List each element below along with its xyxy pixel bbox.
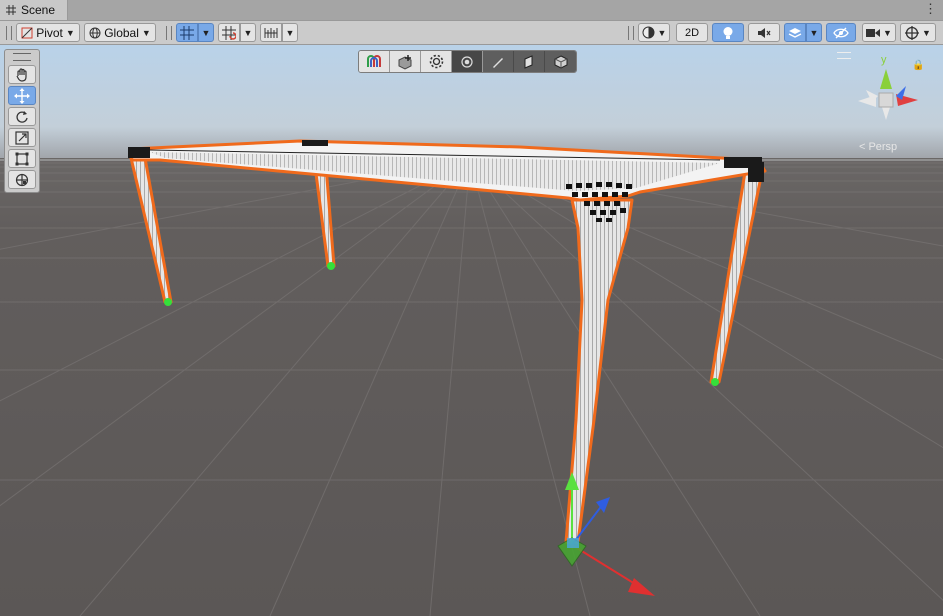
increment-snap-dropdown[interactable]: ▼ (240, 23, 256, 42)
increment-snap-icon (222, 25, 236, 40)
tab-label: Scene (21, 3, 56, 17)
scene-window: Scene ⋮ Pivot ▼ Global ▼ ▼ ▼ ▼ ▼ 2D ▼ ▼ … (0, 0, 943, 616)
transform-icon (15, 173, 29, 186)
shading-icon (642, 26, 655, 39)
gizmo-lock-icon[interactable]: 🔒 (912, 60, 924, 71)
chevron-down-icon: ▼ (922, 27, 931, 38)
toolbar-grip[interactable] (628, 26, 634, 40)
pivot-label: Pivot (36, 25, 63, 40)
grid-snap-dropdown[interactable]: ▼ (198, 23, 214, 42)
component-tools-overlay (358, 50, 577, 73)
tab-strip: Scene ⋮ (0, 0, 943, 21)
effects-dropdown[interactable]: ▼ (806, 23, 822, 42)
mode-2d-label: 2D (684, 26, 700, 39)
settings-icon (429, 54, 443, 69)
rect-transform-icon (15, 152, 29, 165)
rect-tool-button[interactable] (8, 149, 36, 168)
pivot-dropdown[interactable]: Pivot ▼ (16, 23, 80, 42)
projection-label: Persp (868, 141, 898, 153)
chevron-down-icon: ▼ (65, 27, 75, 38)
global-label: Global (104, 25, 139, 40)
audio-icon (758, 27, 771, 38)
grid-snap-button[interactable] (176, 23, 198, 42)
pivot-icon (21, 27, 33, 38)
center-mode-button[interactable] (452, 51, 483, 72)
face-mode-button[interactable] (514, 51, 545, 72)
view-tool-button[interactable] (8, 65, 36, 84)
move-icon (14, 87, 30, 104)
effects-icon (788, 27, 802, 38)
chevron-down-icon: ▼ (285, 27, 295, 38)
lighting-icon (723, 26, 733, 39)
grid-snap-icon (180, 25, 194, 40)
scale-tool-button[interactable] (8, 128, 36, 147)
audio-toggle[interactable] (748, 23, 780, 42)
settings-button[interactable] (421, 51, 452, 72)
ground-plane (0, 158, 943, 616)
transform-tool-button[interactable] (8, 170, 36, 189)
mode-2d-toggle[interactable]: 2D (676, 23, 708, 42)
grid-icon (6, 5, 16, 15)
gizmo-y-label: y (881, 54, 887, 66)
chevron-down-icon: ▼ (243, 27, 253, 38)
component-tools-button[interactable] (359, 51, 390, 72)
gizmos-dropdown[interactable]: ▼ (900, 23, 936, 42)
chevron-down-icon: ▼ (809, 27, 819, 38)
tools-overlay (4, 49, 40, 193)
toolbar-grip[interactable] (6, 26, 12, 40)
object-mode-button[interactable] (545, 51, 576, 72)
scale-icon (15, 130, 29, 145)
rotate-tool-button[interactable] (8, 107, 36, 126)
global-icon (89, 27, 101, 38)
tab-scene[interactable]: Scene (0, 0, 68, 20)
ruler-button[interactable] (260, 23, 282, 42)
shading-mode-dropdown[interactable]: ▼ (638, 23, 670, 42)
camera-icon (866, 28, 881, 37)
kebab-menu-icon[interactable]: ⋮ (924, 2, 937, 16)
chevron-down-icon: ▼ (883, 27, 892, 38)
create-object-icon (398, 54, 412, 70)
projection-arrow-icon: < (859, 141, 866, 153)
component-tools-icon (367, 54, 381, 67)
chevron-down-icon: ▼ (201, 27, 211, 38)
object-icon (554, 54, 567, 69)
scene-toolbar: Pivot ▼ Global ▼ ▼ ▼ ▼ ▼ 2D ▼ ▼ ▼ (0, 21, 943, 45)
rotate-icon (16, 110, 28, 123)
toolbar-grip[interactable] (166, 26, 172, 40)
draw-icon (493, 57, 503, 68)
global-dropdown[interactable]: Global ▼ (84, 23, 156, 42)
create-object-button[interactable] (390, 51, 421, 72)
scene-visibility-toggle[interactable] (826, 23, 856, 42)
move-tool-button[interactable] (8, 86, 36, 105)
center-icon (461, 55, 473, 68)
projection-toggle[interactable]: < Persp (859, 141, 897, 153)
chevron-down-icon: ▼ (141, 27, 151, 38)
hand-icon (16, 67, 27, 82)
lighting-toggle[interactable] (712, 23, 744, 42)
gizmo-menu-icon[interactable] (837, 52, 851, 59)
chevron-down-icon: ▼ (657, 27, 667, 38)
increment-snap-button[interactable] (218, 23, 240, 42)
ruler-icon (264, 27, 278, 38)
face-icon (524, 54, 533, 69)
overlay-grip[interactable] (13, 53, 31, 61)
visibility-icon (833, 27, 849, 38)
scene-canvas[interactable] (0, 45, 943, 616)
gizmos-icon (905, 25, 920, 40)
effects-button[interactable] (784, 23, 806, 42)
ruler-dropdown[interactable]: ▼ (282, 23, 298, 42)
camera-settings-dropdown[interactable]: ▼ (862, 23, 896, 42)
scene-viewport[interactable] (0, 45, 943, 616)
draw-mode-button[interactable] (483, 51, 514, 72)
